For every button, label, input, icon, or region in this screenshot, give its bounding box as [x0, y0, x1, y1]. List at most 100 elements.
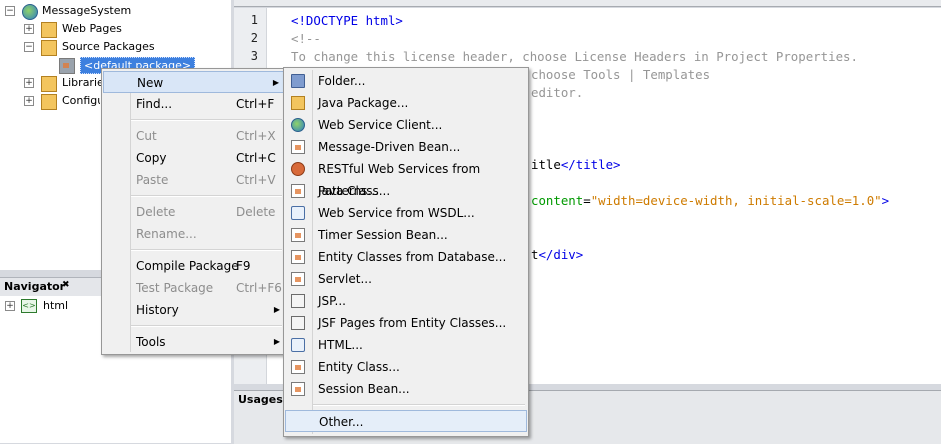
- entity-class-icon: [291, 360, 305, 374]
- menu-item-label: Paste: [136, 173, 169, 187]
- submenu-item-restful-services[interactable]: RESTful Web Services from Patterns...: [285, 158, 527, 198]
- submenu-item-message-driven-bean[interactable]: Message-Driven Bean...: [285, 136, 527, 158]
- tree-node-configuration[interactable]: + Configur: [0, 92, 100, 110]
- submenu-item-timer-session-bean[interactable]: Timer Session Bean...: [285, 224, 527, 246]
- menu-item-cut[interactable]: Cut Ctrl+X: [103, 125, 284, 147]
- html-file-icon: [291, 338, 305, 352]
- code-line: editor.: [531, 85, 584, 100]
- menu-item-history[interactable]: History ▶: [103, 299, 284, 321]
- menu-separator: [131, 195, 282, 197]
- menu-item-shortcut: F9: [236, 259, 251, 273]
- tree-node-libraries[interactable]: + Libraries: [0, 74, 110, 92]
- submenu-item-label: Entity Classes from Database...: [318, 250, 507, 264]
- menu-separator: [131, 249, 282, 251]
- menu-item-shortcut: Ctrl+F: [236, 97, 275, 111]
- entity-classes-db-icon: [291, 250, 305, 264]
- menu-item-test-package[interactable]: Test Package Ctrl+F6: [103, 277, 284, 299]
- tree-node-source-packages[interactable]: − Source Packages: [0, 38, 230, 56]
- submenu-item-label: HTML...: [318, 338, 363, 352]
- new-submenu: Folder... Java Package... Web Service Cl…: [283, 67, 529, 437]
- navigator-tab[interactable]: Navigator ✖: [0, 277, 102, 297]
- submenu-item-label: JSP...: [318, 294, 346, 308]
- menu-item-label: Test Package: [136, 281, 214, 295]
- collapse-toggle[interactable]: −: [24, 42, 34, 52]
- usages-tab[interactable]: Usages: [238, 393, 283, 406]
- folder-icon: [291, 74, 305, 88]
- message-driven-bean-icon: [291, 140, 305, 154]
- submenu-item-jsf-pages[interactable]: JSF Pages from Entity Classes...: [285, 312, 527, 334]
- submenu-item-label: Web Service Client...: [318, 118, 443, 132]
- submenu-item-label: Java Package...: [318, 96, 409, 110]
- close-icon[interactable]: ✖: [62, 280, 70, 290]
- submenu-item-entity-class[interactable]: Entity Class...: [285, 356, 527, 378]
- expand-toggle[interactable]: +: [5, 301, 15, 311]
- menu-item-label: Compile Package: [136, 259, 239, 273]
- submenu-item-java-package[interactable]: Java Package...: [285, 92, 527, 114]
- tree-label: MessageSystem: [42, 4, 132, 17]
- submenu-item-web-service-client[interactable]: Web Service Client...: [285, 114, 527, 136]
- submenu-item-other[interactable]: Other...: [285, 410, 527, 432]
- menu-item-label: Rename...: [136, 227, 197, 241]
- code-line: t</div>: [531, 247, 584, 262]
- navigator-item[interactable]: html: [43, 299, 68, 312]
- menu-item-rename[interactable]: Rename...: [103, 223, 284, 245]
- submenu-item-label: Other...: [319, 415, 364, 429]
- submenu-item-label: Entity Class...: [318, 360, 400, 374]
- expand-toggle[interactable]: +: [24, 24, 34, 34]
- menu-item-shortcut: Ctrl+X: [236, 129, 276, 143]
- tree-node-project[interactable]: − MessageSystem: [0, 2, 230, 20]
- submenu-item-web-service-wsdl[interactable]: Web Service from WSDL...: [285, 202, 527, 224]
- code-line: choose Tools | Templates: [531, 67, 711, 82]
- java-class-icon: [291, 184, 305, 198]
- servlet-icon: [291, 272, 305, 286]
- menu-item-label: Cut: [136, 129, 157, 143]
- menu-item-compile-package[interactable]: Compile Package F9: [103, 255, 284, 277]
- jsp-icon: [291, 294, 305, 308]
- line-number: 1: [250, 13, 258, 27]
- navigator-title: Navigator: [4, 280, 66, 293]
- menu-item-tools[interactable]: Tools ▶: [103, 331, 284, 353]
- expand-toggle[interactable]: +: [24, 78, 34, 88]
- menu-separator: [131, 325, 282, 327]
- menu-item-find[interactable]: Find... Ctrl+F: [103, 93, 284, 115]
- globe-icon: [22, 4, 38, 20]
- menu-item-label: Find...: [136, 97, 173, 111]
- menu-item-label: Copy: [136, 151, 167, 165]
- menu-separator: [313, 404, 525, 406]
- html-tag-icon: <>: [21, 299, 37, 313]
- submenu-item-html[interactable]: HTML...: [285, 334, 527, 356]
- submenu-arrow-icon: ▶: [273, 337, 280, 346]
- jsf-pages-icon: [291, 316, 305, 330]
- menu-item-copy[interactable]: Copy Ctrl+C: [103, 147, 284, 169]
- session-bean-icon: [291, 382, 305, 396]
- submenu-item-session-bean[interactable]: Session Bean...: [285, 378, 527, 400]
- tree-label: Web Pages: [62, 22, 122, 35]
- menu-item-label: New: [137, 76, 164, 90]
- web-service-client-icon: [291, 118, 305, 132]
- collapse-toggle[interactable]: −: [5, 6, 15, 16]
- menu-item-new[interactable]: New ▶: [103, 71, 284, 93]
- menu-item-paste[interactable]: Paste Ctrl+V: [103, 169, 284, 191]
- submenu-item-servlet[interactable]: Servlet...: [285, 268, 527, 290]
- submenu-item-jsp[interactable]: JSP...: [285, 290, 527, 312]
- folder-icon: [41, 94, 57, 110]
- menu-item-shortcut: Ctrl+C: [236, 151, 276, 165]
- submenu-item-folder[interactable]: Folder...: [285, 70, 527, 92]
- submenu-item-label: Folder...: [318, 74, 366, 88]
- code-line: content="width=device-width, initial-sca…: [531, 193, 890, 208]
- code-line: itle</title>: [531, 157, 621, 172]
- code-line: <!--: [291, 31, 321, 46]
- tree-node-web-pages[interactable]: + Web Pages: [0, 20, 230, 38]
- submenu-item-label: JSF Pages from Entity Classes...: [318, 316, 507, 330]
- submenu-item-entity-classes-db[interactable]: Entity Classes from Database...: [285, 246, 527, 268]
- tree-label: Source Packages: [62, 40, 155, 53]
- library-icon: [41, 76, 57, 92]
- menu-item-delete[interactable]: Delete Delete: [103, 201, 284, 223]
- submenu-item-java-class[interactable]: Java Class...: [285, 180, 527, 202]
- line-number: 3: [250, 49, 258, 63]
- menu-separator: [131, 119, 282, 121]
- line-number: 2: [250, 31, 258, 45]
- expand-toggle[interactable]: +: [24, 96, 34, 106]
- submenu-item-label: Java Class...: [318, 184, 391, 198]
- menu-item-label: Tools: [136, 335, 166, 349]
